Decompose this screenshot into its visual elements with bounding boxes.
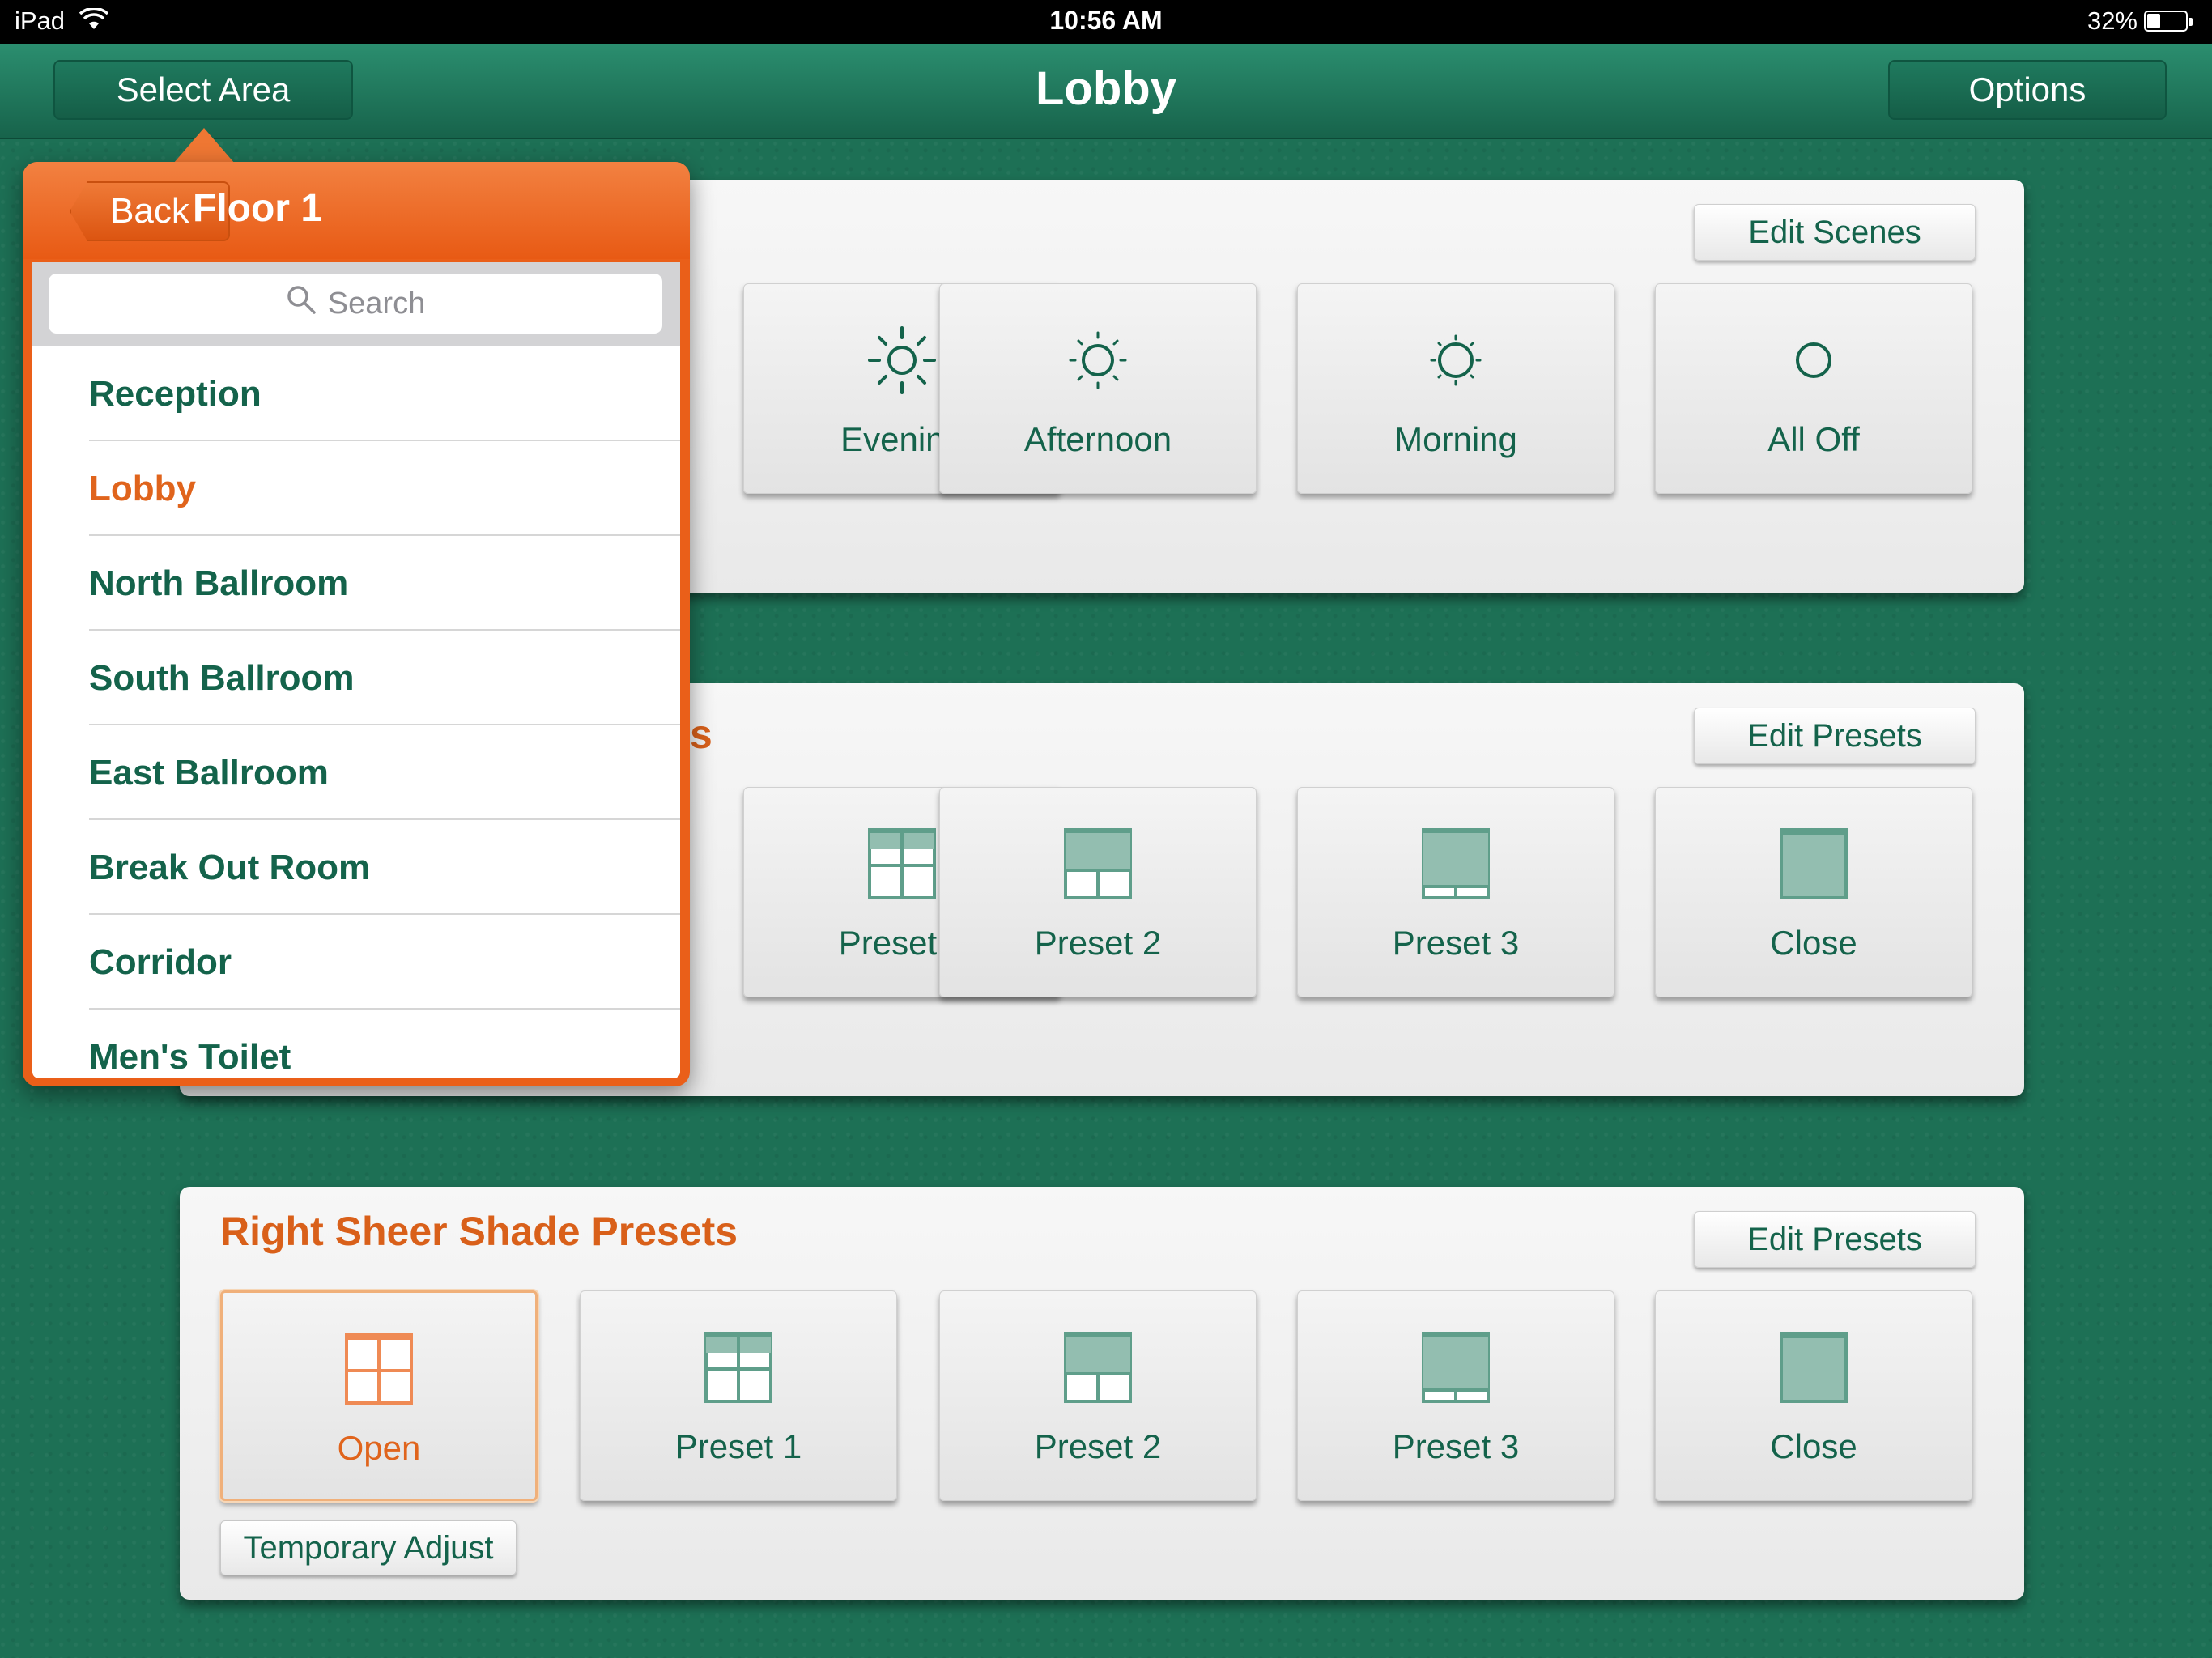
- scene-tile-afternoon[interactable]: Afternoon: [939, 283, 1257, 494]
- sun-medium-icon: [1059, 321, 1137, 403]
- sun-dim-icon: [863, 321, 941, 403]
- list-item-reception[interactable]: Reception: [32, 346, 680, 441]
- shade-open-icon: [342, 1330, 416, 1412]
- battery-icon: [2144, 11, 2193, 32]
- list-item-label: East Ballroom: [89, 753, 329, 793]
- area-list: Search Reception Lobby North Ballroom So…: [32, 262, 680, 1078]
- temporary-adjust-button[interactable]: Temporary Adjust: [220, 1520, 517, 1575]
- tile-label: Close: [1770, 924, 1857, 962]
- edit-presets-button[interactable]: Edit Presets: [1694, 708, 1976, 764]
- list-item-mens-toilet[interactable]: Men's Toilet: [32, 1010, 680, 1078]
- shade-preset-3-icon: [1419, 825, 1493, 907]
- shade-preset-1-icon: [865, 825, 939, 907]
- search-input[interactable]: Search: [49, 274, 662, 334]
- sun-low-icon: [1417, 321, 1495, 403]
- popover-arrow: [173, 128, 235, 164]
- circle-off-icon: [1775, 321, 1853, 403]
- list-item-label: South Ballroom: [89, 658, 355, 698]
- list-item-label: Lobby: [89, 469, 196, 508]
- search-placeholder: Search: [327, 286, 426, 321]
- scene-tile-all-off[interactable]: All Off: [1655, 283, 1972, 494]
- popover-title: Floor 1: [193, 187, 323, 230]
- shade-preset-1-icon: [701, 1329, 776, 1410]
- list-item-label: Reception: [89, 374, 262, 414]
- tile-label: Open: [337, 1429, 421, 1467]
- shade-tile-preset-2[interactable]: Preset 2: [939, 787, 1257, 997]
- shade-preset-2-icon: [1061, 1329, 1135, 1410]
- shade-preset-2-icon: [1061, 825, 1135, 907]
- scene-tile-morning[interactable]: Morning: [1297, 283, 1614, 494]
- status-bar: iPad 10:56 AM 32%: [0, 0, 2212, 44]
- shade-closed-icon: [1776, 825, 1851, 907]
- page-title: Lobby: [1036, 62, 1176, 115]
- tile-label: Close: [1770, 1427, 1857, 1465]
- shade-closed-icon: [1776, 1329, 1851, 1410]
- search-icon: [286, 284, 317, 323]
- tile-label: Preset 2: [1034, 924, 1162, 962]
- tile-label: Preset 2: [1034, 1427, 1162, 1465]
- edit-scenes-button[interactable]: Edit Scenes: [1694, 204, 1976, 261]
- shade-tile-close[interactable]: Close: [1655, 787, 1972, 997]
- shade-preset-3-icon: [1419, 1329, 1493, 1410]
- list-item-label: North Ballroom: [89, 563, 349, 603]
- shade-tile-preset-2[interactable]: Preset 2: [939, 1290, 1257, 1501]
- list-item-label: Men's Toilet: [89, 1037, 291, 1077]
- right-sheer-shade-presets-panel: Right Sheer Shade Presets Edit Presets O…: [180, 1187, 2024, 1600]
- list-item-lobby[interactable]: Lobby: [32, 441, 680, 536]
- shade-tile-preset-1[interactable]: Preset 1: [580, 1290, 897, 1501]
- clock: 10:56 AM: [1049, 6, 1163, 35]
- list-item-label: Corridor: [89, 942, 232, 982]
- list-item-break-out-room[interactable]: Break Out Room: [32, 820, 680, 915]
- tile-label: Preset 3: [1392, 924, 1520, 962]
- panel-title: s: [690, 712, 713, 757]
- panel-title: Right Sheer Shade Presets: [220, 1209, 738, 1254]
- tile-label: Morning: [1394, 420, 1517, 458]
- popover-header: Back Floor 1: [23, 162, 690, 259]
- area-picker-popover: Back Floor 1 Search Reception Lobby Nort…: [23, 162, 690, 1086]
- navigation-bar: Select Area Lobby Options: [0, 44, 2212, 139]
- search-bar: Search: [32, 262, 680, 346]
- tile-label: Afternoon: [1023, 420, 1172, 458]
- edit-presets-button[interactable]: Edit Presets: [1694, 1211, 1976, 1268]
- shade-tile-open[interactable]: Open: [220, 1290, 538, 1501]
- list-item-label: Break Out Room: [89, 848, 371, 887]
- battery-percent: 32%: [2087, 6, 2138, 35]
- list-item-south-ballroom[interactable]: South Ballroom: [32, 631, 680, 725]
- tile-label: Preset 3: [1392, 1427, 1520, 1465]
- shade-tile-preset-3[interactable]: Preset 3: [1297, 787, 1614, 997]
- tile-label: Preset 1: [674, 1427, 802, 1465]
- options-button[interactable]: Options: [1888, 60, 2167, 120]
- list-item-north-ballroom[interactable]: North Ballroom: [32, 536, 680, 631]
- list-item-corridor[interactable]: Corridor: [32, 915, 680, 1010]
- tile-label: All Off: [1767, 420, 1860, 458]
- shade-tile-close[interactable]: Close: [1655, 1290, 1972, 1501]
- shade-tile-preset-3[interactable]: Preset 3: [1297, 1290, 1614, 1501]
- list-item-east-ballroom[interactable]: East Ballroom: [32, 725, 680, 820]
